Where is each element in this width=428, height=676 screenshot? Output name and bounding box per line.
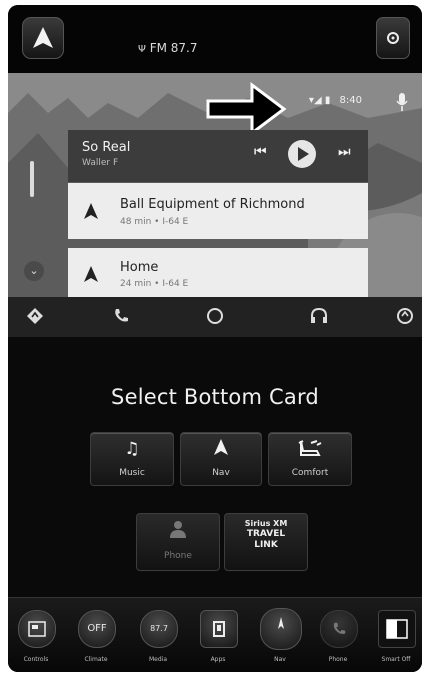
android-auto-screen: ▾◢ ▮ 8:40 ⌄ So Real Waller F ⏮ ⏭ Ball Eq… [8,73,422,297]
music-option-label: Music [119,468,145,478]
settings-button[interactable] [376,17,410,59]
travel-link-line-3: LINK [254,540,278,550]
apps-icon [213,621,225,637]
navigation-arrow-icon [84,203,98,219]
bottom-bar: Controls OFF Climate 87.7 Media Apps Nav… [8,597,422,672]
home-button[interactable] [22,17,64,59]
top-bar: Ψ FM 87.7 [8,5,422,73]
media-status: 87.7 [150,624,168,633]
android-auto-nav-bar [8,297,422,337]
controls-button[interactable] [18,610,56,648]
exit-icon[interactable] [396,307,414,325]
travel-link-card-option[interactable]: Sirius XM TRAVEL LINK [224,513,308,571]
controls-icon [28,621,46,637]
music-card-option[interactable]: ♫ Music [90,432,174,486]
music-card[interactable]: So Real Waller F ⏮ ⏭ [68,130,368,182]
apps-button[interactable] [200,610,238,648]
nav-card-home[interactable]: Home 24 min • I-64 E [68,248,368,297]
person-icon [170,521,186,538]
volume-slider[interactable] [30,161,34,197]
home-title: Home [120,260,159,275]
travel-link-line-1: Sirius XM [244,519,288,528]
media-button[interactable]: 87.7 [140,610,178,648]
media-label: Media [148,656,168,663]
smart-off-label: Smart Off [381,656,411,663]
travel-link-line-2: TRAVEL [246,529,286,539]
navigation-icon[interactable] [26,307,44,325]
phone-handset-icon [333,622,346,634]
status-icons: ▾◢ ▮ 8:40 [309,95,362,106]
play-icon [298,147,309,161]
battery-icon: ▮ [324,95,331,106]
microphone-icon[interactable] [396,93,408,111]
seat-icon [269,439,351,462]
next-track-icon[interactable]: ⏭ [338,144,351,160]
climate-label: Climate [84,656,108,663]
phone-option-label: Phone [164,551,192,561]
travel-link-label: Sirius XM TRAVEL LINK [225,518,307,551]
compass-icon [278,617,284,629]
head-unit-screen: Ψ FM 87.7 ▾◢ ▮ 8:40 ⌄ So Real Waller F ⏮… [8,5,422,672]
comfort-card-option[interactable]: Comfort [268,432,352,486]
signal-icon: ▾◢ [308,95,322,106]
nav-option-label: Nav [212,468,230,478]
music-note-icon: ♫ [124,439,140,459]
play-button[interactable] [288,140,316,168]
home-icon [33,27,53,48]
radio-status: Ψ FM 87.7 [138,41,198,55]
nav-button[interactable] [260,608,302,650]
collapse-icon[interactable]: ⌄ [24,261,44,281]
radio-status-text: FM 87.7 [149,41,198,55]
status-time: 8:40 [339,95,362,106]
destination-subtitle: 48 min • I-64 E [120,217,189,227]
nav-card-option[interactable]: Nav [180,432,262,486]
phone-button[interactable] [320,610,358,648]
nav-arrow-icon [181,439,261,460]
track-artist: Waller F [82,158,119,168]
radio-signal-icon: Ψ [138,44,146,55]
phone-label: Phone [328,656,348,663]
nav-label: Nav [274,656,286,663]
previous-track-icon[interactable]: ⏮ [254,144,267,160]
gear-icon [387,32,399,44]
destination-title: Ball Equipment of Richmond [120,197,305,212]
phone-card-option[interactable]: Phone [136,513,220,571]
comfort-option-label: Comfort [291,468,329,478]
climate-button[interactable]: OFF [78,610,116,648]
controls-label: Controls [23,656,49,663]
select-bottom-card-heading: Select Bottom Card [111,385,319,409]
smart-off-icon [386,619,408,639]
home-subtitle: 24 min • I-64 E [120,279,189,289]
navigation-arrow-icon [84,266,98,282]
apps-label: Apps [210,656,226,663]
smart-off-button[interactable] [378,610,416,648]
track-title: So Real [82,140,131,155]
phone-icon[interactable] [112,307,130,325]
climate-status: OFF [87,623,107,634]
headphones-icon[interactable] [310,307,328,325]
home-circle-icon[interactable] [206,307,224,325]
callout-arrow-icon [206,82,287,136]
nav-card-destination[interactable]: Ball Equipment of Richmond 48 min • I-64… [68,183,368,239]
